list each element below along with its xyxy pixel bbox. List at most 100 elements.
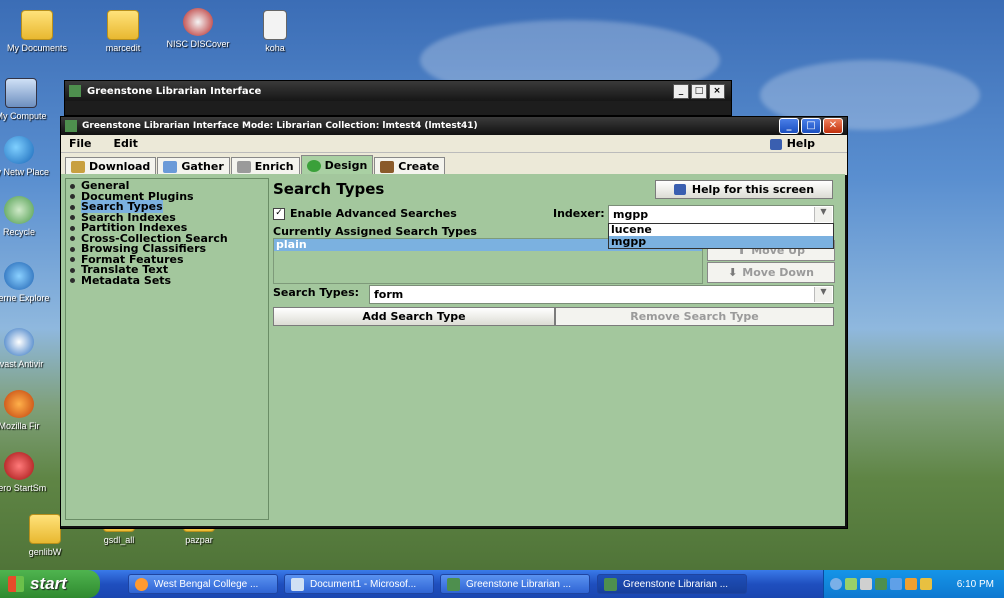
maximize-button[interactable]: □ [801, 118, 821, 134]
greenstone-window[interactable]: Greenstone Librarian Interface Mode: Lib… [60, 116, 848, 529]
desktop-icon-label: Mozilla Fir [0, 421, 40, 431]
desktop-icon-avast[interactable]: avast Antivir [0, 328, 54, 369]
menu-help-label: Help [786, 137, 815, 150]
desktop-icon-koha[interactable]: koha [240, 10, 310, 53]
search-types-select[interactable]: form ▼ [369, 285, 834, 304]
arrow-down-icon: ⬇ [728, 266, 738, 279]
tab-label: Enrich [254, 160, 294, 173]
desktop-icon-nisc[interactable]: NISC DISCover [163, 8, 233, 49]
tab-label: Design [324, 159, 368, 172]
tray-avast-icon[interactable] [905, 578, 917, 590]
close-button[interactable]: ✕ [823, 118, 843, 134]
design-sidebar: General Document Plugins Search Types Se… [65, 178, 269, 520]
minimize-button[interactable]: _ [673, 83, 689, 99]
tray-network-icon[interactable] [845, 578, 857, 590]
desktop-icon-my-computer[interactable]: My Compute [0, 78, 56, 121]
enable-advanced-checkbox[interactable]: ✓ [273, 207, 285, 220]
chevron-down-icon[interactable]: ▼ [814, 287, 832, 302]
button-label: Remove Search Type [630, 310, 759, 323]
desktop-icon-recycle[interactable]: Recycle [0, 196, 54, 237]
taskbar-item-label: Document1 - Microsof... [310, 578, 417, 590]
app-icon [69, 85, 81, 97]
checkbox-label: Enable Advanced Searches [290, 207, 457, 220]
minimize-button[interactable]: _ [779, 118, 799, 134]
tab-gather[interactable]: Gather [157, 157, 230, 175]
word-icon [291, 577, 304, 591]
nisc-icon [183, 8, 213, 36]
tray-display-icon[interactable] [890, 578, 902, 590]
taskbar-item-greenstone-2[interactable]: Greenstone Librarian ... [597, 574, 747, 594]
indexer-select[interactable]: mgpp ▼ [608, 205, 834, 224]
search-types-label: Search Types: [273, 286, 360, 299]
move-down-button[interactable]: ⬇ Move Down [707, 262, 835, 283]
desktop-icon-marcedit[interactable]: marcedit [88, 10, 158, 53]
help-icon [673, 184, 686, 195]
system-tray: 6:10 PM [823, 570, 1004, 598]
remove-search-type-button[interactable]: Remove Search Type [555, 307, 834, 326]
computer-icon [5, 78, 37, 108]
tab-create[interactable]: Create [374, 157, 446, 175]
desktop-icon-label: genlibW [28, 547, 62, 557]
window-titlebar[interactable]: Greenstone Librarian Interface Mode: Lib… [61, 117, 847, 135]
desktop-icon-label: My Compute [0, 111, 47, 121]
button-label: Help for this screen [691, 183, 815, 196]
indexer-dropdown: lucene mgpp [608, 223, 834, 249]
taskbar-item-word[interactable]: Document1 - Microsof... [284, 574, 434, 594]
desktop-icon-label: marcedit [105, 43, 141, 53]
desktop-icon-label: Interne Explore [0, 293, 50, 303]
taskbar-item-greenstone-1[interactable]: Greenstone Librarian ... [440, 574, 590, 594]
enable-advanced-searches[interactable]: ✓ Enable Advanced Searches [273, 207, 457, 220]
bullet-icon [70, 257, 75, 262]
desktop-icon-label: My Documents [6, 43, 68, 53]
maximize-button[interactable]: □ [691, 83, 707, 99]
clock[interactable]: 6:10 PM [957, 579, 994, 590]
firefox-icon [135, 577, 148, 591]
desktop-icon-nero[interactable]: Nero StartSm [0, 452, 54, 493]
menu-edit[interactable]: Edit [114, 137, 138, 150]
background-window-titlebar[interactable]: Greenstone Librarian Interface _ □ × [65, 81, 731, 101]
tray-security-icon[interactable] [920, 578, 932, 590]
window-title: Greenstone Librarian Interface Mode: Lib… [82, 121, 478, 131]
taskbar-item-label: Greenstone Librarian ... [623, 578, 729, 590]
menu-file[interactable]: File [69, 137, 92, 150]
recycle-bin-icon [4, 196, 34, 224]
firefox-icon [4, 390, 34, 418]
indexer-label: Indexer: [553, 207, 605, 220]
desktop-icon-my-documents[interactable]: My Documents [2, 10, 72, 53]
desktop-icon-label: koha [265, 43, 285, 53]
menu-help[interactable]: Help [769, 137, 837, 150]
add-search-type-button[interactable]: Add Search Type [273, 307, 555, 326]
bullet-icon [70, 204, 75, 210]
help-icon [769, 138, 782, 150]
bullet-icon [70, 194, 75, 199]
indexer-value: mgpp [613, 208, 649, 221]
menu-bar: File Edit Help [61, 135, 847, 153]
desktop-icon-label: avast Antivir [0, 359, 44, 369]
tab-download[interactable]: Download [65, 157, 157, 175]
tray-arrow-icon[interactable] [830, 578, 842, 590]
desktop-icon-label: Recycle [2, 227, 35, 237]
start-button[interactable]: start [0, 570, 100, 598]
desktop-icon-label: gsdl_all [103, 535, 135, 545]
sidebar-item-metadata-sets[interactable]: Metadata Sets [66, 275, 268, 287]
taskbar-item-firefox[interactable]: West Bengal College ... [128, 574, 278, 594]
tray-usb-icon[interactable] [860, 578, 872, 590]
tray-greenstone-icon[interactable] [875, 578, 887, 590]
tab-enrich[interactable]: Enrich [230, 157, 300, 175]
desktop-icon-ie[interactable]: Interne Explore [0, 262, 54, 303]
desktop-icon-network[interactable]: My Netw Place [0, 136, 54, 177]
avast-icon [4, 328, 34, 356]
tab-label: Gather [181, 160, 224, 173]
document-icon [263, 10, 287, 40]
close-button[interactable]: × [709, 83, 725, 99]
help-for-this-screen-button[interactable]: Help for this screen [655, 180, 833, 199]
chevron-down-icon[interactable]: ▼ [814, 207, 832, 222]
bullet-icon [70, 183, 75, 189]
desktop-icon-firefox[interactable]: Mozilla Fir [0, 390, 54, 431]
tab-design[interactable]: Design [300, 155, 374, 175]
background-window[interactable]: Greenstone Librarian Interface _ □ × [64, 80, 732, 116]
folder-icon [107, 10, 139, 40]
indexer-option-mgpp[interactable]: mgpp [609, 236, 833, 248]
network-icon [4, 136, 34, 164]
enrich-icon [236, 160, 251, 173]
